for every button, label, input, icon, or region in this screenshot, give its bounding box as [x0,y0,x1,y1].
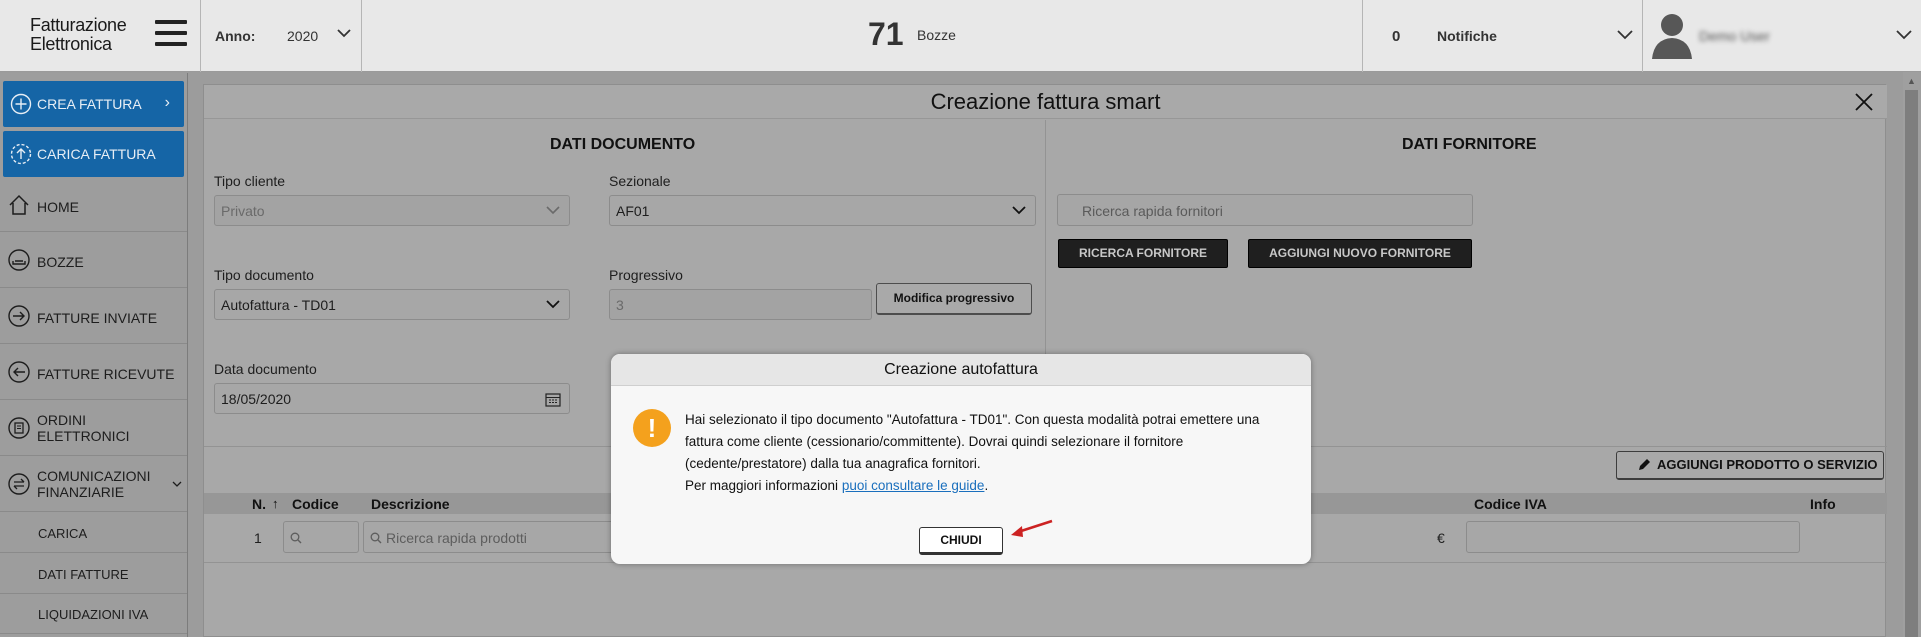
tipo-cliente-label: Tipo cliente [214,173,286,189]
carica-fattura-label: CARICA FATTURA [37,146,156,162]
search-icon [370,532,382,544]
modal-title: Creazione autofattura [611,354,1311,386]
ricerca-prodotti-input[interactable]: Ricerca rapida prodotti [363,521,623,553]
bozze-label[interactable]: Bozze [917,27,956,43]
user-name[interactable]: Demo User [1699,28,1770,44]
data-documento-input[interactable]: 18/05/2020 [214,383,570,414]
sidebar: CREA FATTURA › CARICA FATTURA HOME BOZZE… [0,73,188,637]
progressivo-label: Progressivo [609,267,683,283]
orders-icon [8,417,30,439]
chevron-down-icon [546,300,560,309]
tipo-cliente-select[interactable]: Privato [214,195,570,226]
carica-fattura-button[interactable]: CARICA FATTURA [3,131,184,177]
codice-iva-input[interactable] [1466,521,1800,553]
crea-fattura-button[interactable]: CREA FATTURA › [3,81,184,127]
received-icon [8,361,30,383]
chevron-down-icon[interactable] [337,27,351,39]
sidebar-subitem-dati-fatture[interactable]: DATI FATTURE [0,554,187,594]
chevron-down-icon[interactable] [1896,28,1912,40]
sort-arrow-icon[interactable]: ↑ [272,496,279,511]
sidebar-item-label: ORDINI ELETTRONICI [37,412,130,444]
currency-symbol: € [1437,530,1445,546]
sidebar-subitem-liquidazioni-iva[interactable]: LIQUIDAZIONI IVA [0,594,187,634]
section-title: DATI DOCUMENTO [550,136,696,153]
codice-search-input[interactable] [283,521,359,553]
ricerca-fornitori-input[interactable]: Ricerca rapida fornitori [1057,194,1473,226]
menu-icon[interactable] [155,20,187,48]
row-number: 1 [254,530,262,546]
aggiungi-fornitore-button[interactable]: AGGIUNGI NUOVO FORNITORE [1248,239,1472,268]
chevron-down-icon [1012,206,1026,215]
sidebar-item-home[interactable]: HOME [0,180,187,232]
tipo-documento-label: Tipo documento [214,267,314,283]
sidebar-item-comunicazioni-finanziarie[interactable]: COMUNICAZIONI FINANZIARIE [0,457,187,512]
sidebar-item-label: FATTURE INVIATE [37,310,158,326]
top-header: Fatturazione Elettronica Anno: 2020 71 B… [0,0,1921,72]
col-codice: Codice [292,496,339,512]
drafts-icon [8,249,30,271]
aggiungi-prodotto-button[interactable]: AGGIUNGI PRODOTTO O SERVIZIO [1616,451,1884,480]
col-codice-iva: Codice IVA [1474,496,1547,512]
ricerca-fornitore-button[interactable]: RICERCA FORNITORE [1058,239,1228,268]
sent-icon [8,305,30,327]
modifica-progressivo-button[interactable]: Modifica progressivo [876,283,1032,315]
progressivo-input[interactable]: 3 [609,289,872,320]
chevron-right-icon: › [164,94,170,111]
section-title: DATI FORNITORE [1402,136,1537,153]
page-scrollbar[interactable]: ▲ [1903,72,1921,637]
scroll-up-icon[interactable]: ▲ [1907,76,1916,86]
sidebar-item-label: COMUNICAZIONI FINANZIARIE [37,468,151,500]
scrollbar-thumb[interactable] [1905,90,1918,637]
sidebar-item-label: FATTURE RICEVUTE [37,366,175,382]
sidebar-item-bozze[interactable]: BOZZE [0,233,187,288]
home-icon [9,194,29,215]
brand-logo[interactable]: Fatturazione Elettronica [30,15,127,54]
sezionale-select[interactable]: AF01 [609,195,1036,226]
search-icon [290,532,302,544]
exchange-icon [8,473,30,495]
sidebar-item-label: BOZZE [37,254,84,270]
crea-fattura-label: CREA FATTURA [37,96,142,112]
modal-message: Hai selezionato il tipo documento "Autof… [685,412,1260,493]
sidebar-item-fatture-inviate[interactable]: FATTURE INVIATE [0,289,187,344]
guide-link[interactable]: puoi consultare le guide [842,478,985,493]
autofattura-modal: Creazione autofattura ! Hai selezionato … [611,354,1311,564]
col-descrizione: Descrizione [371,496,450,512]
bozze-count[interactable]: 71 [868,16,904,53]
close-icon[interactable] [1853,91,1875,113]
col-n[interactable]: N. [252,496,266,512]
calendar-icon[interactable] [545,392,561,407]
tipo-documento-select[interactable]: Autofattura - TD01 [214,289,570,320]
anno-select-value[interactable]: 2020 [287,28,318,44]
chevron-down-icon [172,481,182,487]
annotation-arrow-icon [1011,519,1053,537]
upload-circle-icon [10,143,32,165]
panel-title: Creazione fattura smart [204,85,1887,119]
sidebar-subitem-carica[interactable]: CARICA [0,513,187,553]
pencil-icon [1639,459,1650,470]
plus-circle-icon [10,93,32,115]
sidebar-item-label: HOME [37,199,79,215]
sezionale-label: Sezionale [609,173,671,189]
chevron-down-icon [546,206,560,215]
brand-line2: Elettronica [30,34,112,54]
col-info: Info [1810,496,1836,512]
chiudi-button[interactable]: CHIUDI [919,527,1003,555]
warning-icon: ! [633,409,671,447]
data-documento-label: Data documento [214,361,317,377]
notifiche-label[interactable]: Notifiche [1437,28,1497,44]
notifiche-count[interactable]: 0 [1392,28,1400,45]
anno-label: Anno: [215,28,256,44]
chevron-down-icon[interactable] [1617,28,1633,40]
sidebar-item-ordini-elettronici[interactable]: ORDINI ELETTRONICI [0,401,187,456]
sidebar-item-fatture-ricevute[interactable]: FATTURE RICEVUTE [0,345,187,400]
avatar-icon[interactable] [1650,11,1694,59]
brand-line1: Fatturazione [30,15,127,35]
